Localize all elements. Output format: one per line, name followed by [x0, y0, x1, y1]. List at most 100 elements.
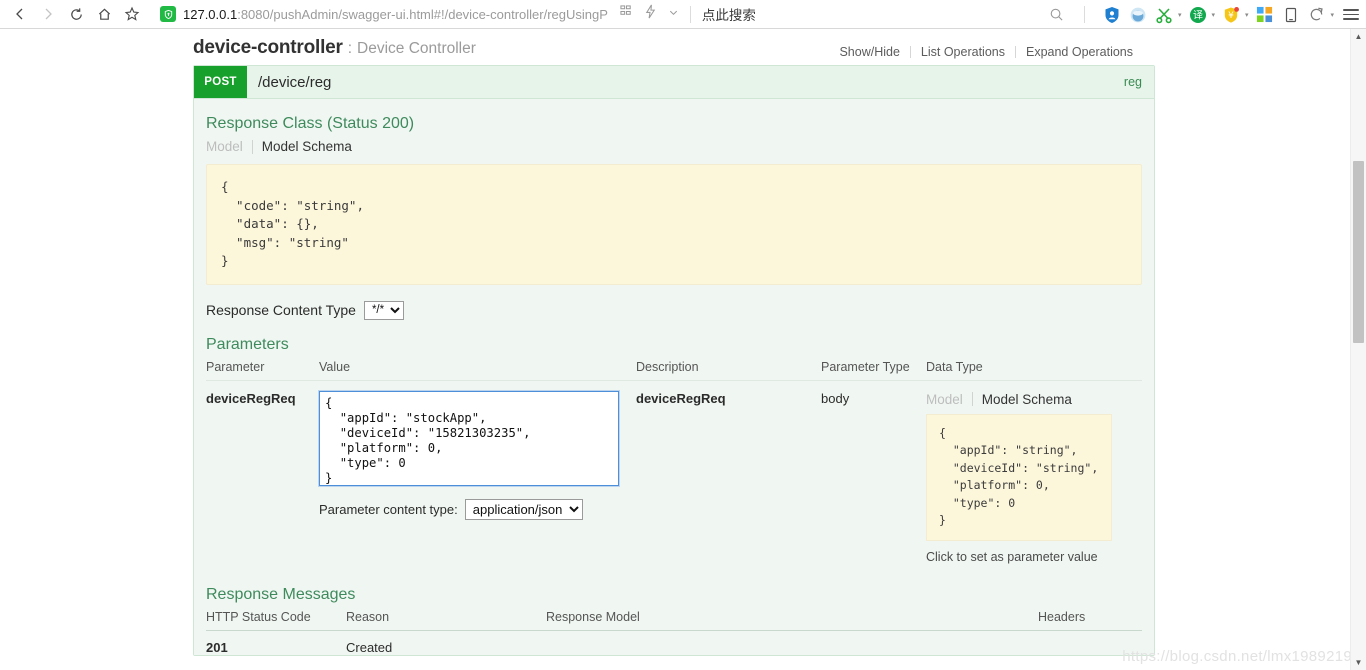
- schema-hint: Click to set as parameter value: [926, 549, 1098, 564]
- parameter-value-textarea[interactable]: [318, 389, 620, 487]
- cell-parameter-type: body: [821, 380, 926, 564]
- parameter-model-schema[interactable]: { "appId": "string", "deviceId": "string…: [926, 413, 1112, 541]
- swagger-container: device-controller : Device Controller Sh…: [193, 29, 1155, 656]
- chevron-down-icon[interactable]: ▾: [1330, 11, 1334, 19]
- expand-operations-link[interactable]: Expand Operations: [1016, 45, 1143, 59]
- browser-toolbar: 127.0.0.1:8080/pushAdmin/swagger-ui.html…: [0, 0, 1366, 29]
- apps-grid-icon[interactable]: [620, 5, 633, 23]
- url-path: :8080/pushAdmin/swagger-ui.html#!/device…: [237, 6, 608, 22]
- browser-extension-tray: ▾ 译 ▾ ¥ ▾ ▾: [1047, 0, 1360, 29]
- url-text: 127.0.0.1:8080/pushAdmin/swagger-ui.html…: [183, 7, 608, 22]
- page-content: device-controller : Device Controller Sh…: [0, 29, 1366, 670]
- resource-options: Show/Hide List Operations Expand Operati…: [829, 45, 1143, 59]
- scissors-icon[interactable]: [1155, 5, 1174, 24]
- lightning-icon[interactable]: [644, 4, 657, 24]
- vertical-scrollbar[interactable]: ▲ ▼: [1350, 29, 1366, 670]
- search-icon[interactable]: [1047, 5, 1066, 24]
- url-host: 127.0.0.1: [183, 6, 238, 22]
- wallet-shield-icon[interactable]: ¥: [1222, 5, 1241, 24]
- star-icon: [124, 6, 140, 22]
- cell-parameter-name: deviceRegReq: [206, 380, 319, 564]
- resource-header: device-controller : Device Controller Sh…: [193, 29, 1155, 65]
- chevron-down-icon[interactable]: ▾: [1178, 11, 1182, 19]
- security-shield-icon: [160, 6, 176, 22]
- status-code: 201: [206, 639, 228, 655]
- data-type-tabs: Model Model Schema: [926, 392, 1142, 407]
- col-parameter: Parameter: [206, 359, 319, 381]
- operation-body: Response Class (Status 200) Model Model …: [194, 99, 1154, 655]
- col-value: Value: [319, 359, 636, 381]
- history-icon[interactable]: [1307, 5, 1326, 24]
- back-button[interactable]: [6, 2, 34, 26]
- reload-icon: [69, 7, 84, 22]
- tab-model-schema[interactable]: Model Schema: [982, 392, 1072, 407]
- forward-button[interactable]: [34, 2, 62, 26]
- resource-description: Device Controller: [357, 40, 476, 57]
- col-headers: Headers: [1038, 609, 1142, 631]
- address-bar[interactable]: 127.0.0.1:8080/pushAdmin/swagger-ui.html…: [156, 2, 608, 26]
- tab-model-schema[interactable]: Model Schema: [262, 139, 352, 154]
- bookmark-button[interactable]: [118, 2, 146, 26]
- response-messages-heading: Response Messages: [206, 585, 356, 603]
- operation-header[interactable]: POST /device/reg reg: [194, 66, 1154, 99]
- address-bar-tools: [620, 4, 679, 24]
- scroll-down-arrow-icon[interactable]: ▼: [1351, 655, 1366, 670]
- response-content-type-select[interactable]: */*: [363, 300, 404, 320]
- parameter-content-type-select[interactable]: application/json: [464, 498, 583, 520]
- chevron-down-icon[interactable]: ▾: [1245, 11, 1249, 19]
- translate-icon[interactable]: 译: [1188, 5, 1207, 24]
- reload-button[interactable]: [62, 2, 90, 26]
- cell-data-type: Model Model Schema { "appId": "string", …: [926, 380, 1142, 564]
- parameter-name: deviceRegReq: [206, 390, 296, 406]
- response-class-tabs: Model Model Schema: [206, 139, 1142, 154]
- tab-divider: [971, 392, 973, 407]
- col-response-model: Response Model: [546, 609, 1038, 631]
- tab-divider: [251, 139, 253, 154]
- cell-parameter-value: Parameter content type: application/json: [318, 380, 636, 564]
- response-content-type-row: Response Content Type */*: [206, 300, 1142, 320]
- operation-nickname-link[interactable]: reg: [1124, 75, 1142, 89]
- chevron-down-icon[interactable]: ▾: [1211, 11, 1215, 19]
- scrollbar-thumb[interactable]: [1353, 161, 1364, 343]
- col-description: Description: [636, 359, 821, 381]
- operation-block: POST /device/reg reg Response Class (Sta…: [193, 65, 1155, 656]
- chevron-down-icon[interactable]: [668, 5, 679, 23]
- response-content-type-label: Response Content Type: [206, 302, 356, 319]
- status-response-model: [546, 630, 1038, 655]
- col-parameter-type: Parameter Type: [821, 359, 926, 381]
- scroll-up-arrow-icon[interactable]: ▲: [1351, 29, 1366, 44]
- shield-extension-icon[interactable]: [1103, 5, 1122, 24]
- col-reason: Reason: [346, 609, 546, 631]
- http-method-badge: POST: [194, 66, 247, 98]
- parameter-type-value: body: [821, 390, 850, 406]
- list-operations-link[interactable]: List Operations: [911, 45, 1015, 59]
- tab-model[interactable]: Model: [206, 139, 243, 154]
- apps-grid-colored-icon[interactable]: [1255, 5, 1274, 24]
- resource-name[interactable]: device-controller: [193, 37, 343, 59]
- home-icon: [97, 7, 112, 22]
- parameters-table: Parameter Value Description Parameter Ty…: [206, 359, 1142, 564]
- col-data-type: Data Type: [926, 359, 1142, 381]
- forward-arrow-icon: [41, 7, 55, 21]
- toolbar-divider: [689, 5, 691, 23]
- show-hide-link[interactable]: Show/Hide: [829, 45, 909, 59]
- tab-model[interactable]: Model: [926, 392, 963, 407]
- cell-description: deviceRegReq: [636, 380, 821, 564]
- watermark: https://blog.csdn.net/lmx1989219: [1122, 648, 1352, 665]
- tablet-icon[interactable]: [1281, 5, 1300, 24]
- home-button[interactable]: [90, 2, 118, 26]
- operation-path: /device/reg: [258, 73, 332, 91]
- parameters-heading: Parameters: [206, 335, 289, 353]
- parameters-header-row: Parameter Value Description Parameter Ty…: [206, 359, 1142, 381]
- status-headers: [1038, 630, 1142, 655]
- svg-text:译: 译: [1193, 9, 1203, 21]
- resource-separator: :: [347, 40, 353, 57]
- globe-extension-icon[interactable]: [1129, 5, 1148, 24]
- parameter-content-type-label: Parameter content type:: [319, 501, 458, 517]
- menu-icon[interactable]: [1341, 5, 1360, 24]
- search-box[interactable]: 点此搜索: [702, 4, 756, 24]
- svg-text:¥: ¥: [1229, 11, 1235, 21]
- parameter-description: deviceRegReq: [636, 390, 726, 406]
- response-messages-header-row: HTTP Status Code Reason Response Model H…: [206, 609, 1142, 631]
- table-row: 201 Created: [206, 630, 1142, 655]
